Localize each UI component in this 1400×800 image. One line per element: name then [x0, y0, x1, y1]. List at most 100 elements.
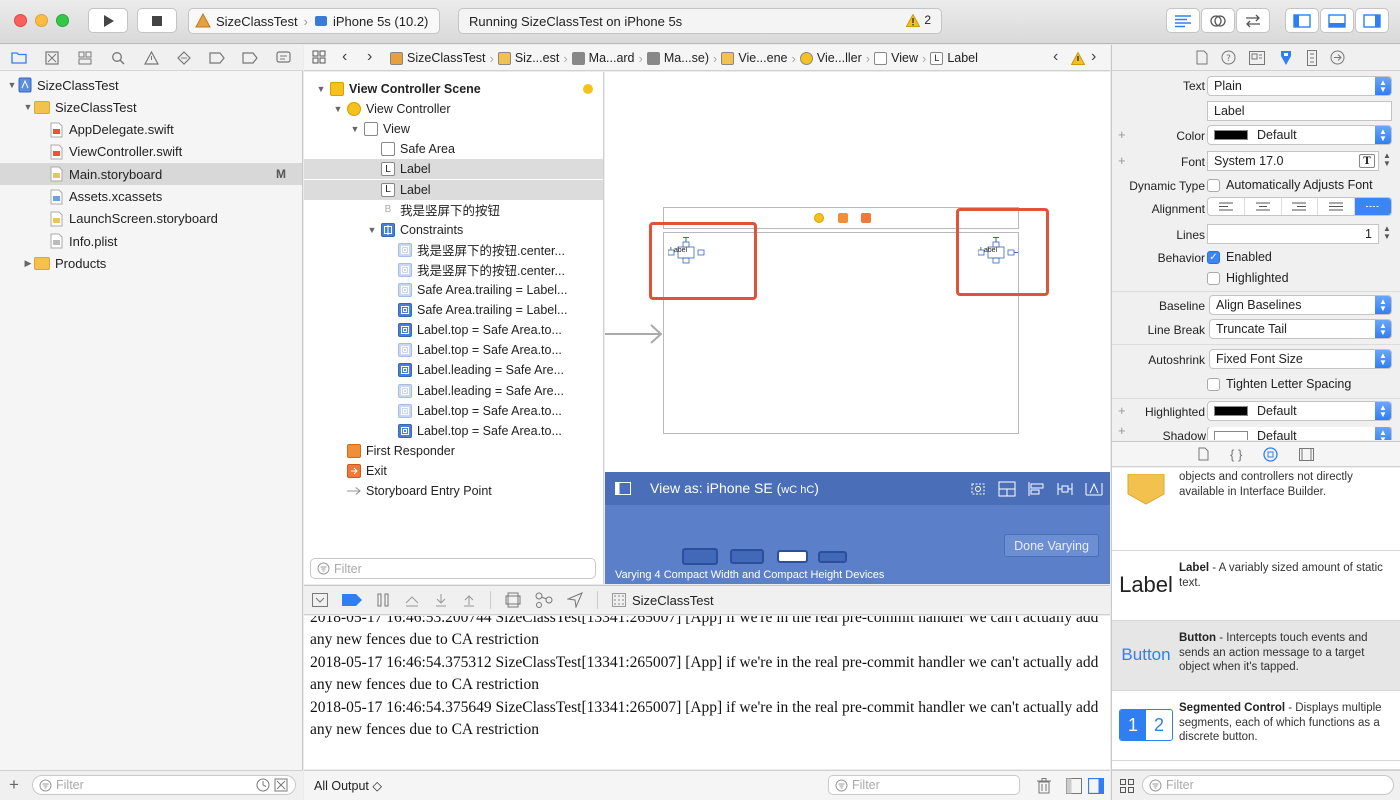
tighten-spacing-checkbox[interactable]: Tighten Letter Spacing [1207, 377, 1351, 391]
minimize-window-button[interactable] [35, 14, 48, 27]
outline-item[interactable]: Safe Area.trailing = Label... [304, 300, 603, 320]
navigator-item[interactable]: ▶ Products [0, 252, 302, 274]
symbol-tab-icon[interactable] [74, 48, 96, 68]
media-library-icon[interactable] [1299, 447, 1315, 461]
outline-item[interactable]: Label.top = Safe Area.to... [304, 320, 603, 340]
align-right-icon[interactable] [1282, 198, 1319, 215]
connections-inspector-icon[interactable] [1330, 50, 1345, 65]
outline-item[interactable]: L Label [304, 179, 603, 200]
outline-item[interactable]: Storyboard Entry Point [304, 481, 603, 501]
navigator-item[interactable]: Main.storyboard M [0, 163, 302, 186]
sidebar-toggle-icon[interactable] [615, 482, 631, 495]
highlighted-checkbox[interactable]: Highlighted [1207, 271, 1289, 285]
run-button[interactable] [88, 8, 128, 33]
disclosure-triangle-icon[interactable]: ▼ [6, 80, 18, 90]
text-type-popup[interactable]: Plain ▲ ▼ [1207, 76, 1392, 96]
toggle-debug-area-button[interactable] [1320, 8, 1354, 33]
device-iphone-se-landscape[interactable] [818, 551, 847, 563]
disclosure-triangle-icon[interactable]: ▼ [312, 84, 330, 94]
navigator-item[interactable]: ViewController.swift [0, 141, 302, 163]
related-items-icon[interactable] [312, 50, 326, 64]
toggle-utilities-button[interactable] [1355, 8, 1389, 33]
breadcrumb-item[interactable]: L Label [930, 51, 978, 65]
breadcrumb-item[interactable]: Vie...ene [721, 51, 787, 65]
text-content-field[interactable]: Label [1207, 101, 1392, 121]
shadow-popup[interactable]: Default ▲ ▼ [1207, 427, 1392, 440]
back-arrow-icon[interactable]: ‹ [342, 48, 347, 66]
device-ipad-landscape[interactable] [682, 548, 718, 565]
file-template-icon[interactable] [1198, 447, 1209, 461]
pause-icon[interactable] [376, 593, 390, 607]
lines-field[interactable]: 1 [1207, 224, 1379, 244]
disclosure-triangle-icon[interactable]: ▼ [22, 102, 34, 112]
device-iphone-landscape-selected[interactable] [777, 550, 808, 563]
outline-item[interactable]: Label.top = Safe Area.to... [304, 401, 603, 421]
report-tab-icon[interactable] [272, 48, 294, 68]
alignment-segmented-control[interactable] [1207, 197, 1392, 216]
add-variation-shadow-icon[interactable]: + [1118, 427, 1126, 438]
step-over-icon[interactable] [404, 593, 420, 607]
breadcrumb-item[interactable]: Ma...se) [646, 51, 709, 65]
jumpbar-prev-issue-icon[interactable]: ‹ [1053, 48, 1058, 66]
outline-item[interactable]: Label.leading = Safe Are... [304, 360, 603, 380]
disclosure-triangle-icon[interactable]: ▼ [363, 225, 381, 235]
color-popup[interactable]: Default ▲ ▼ [1207, 125, 1392, 145]
outline-item[interactable]: L Label [304, 159, 603, 180]
navigator-item[interactable]: ▼ SizeClassTest [0, 96, 302, 118]
done-varying-button[interactable]: Done Varying [1004, 534, 1099, 557]
breadcrumb-item[interactable]: Siz...est [497, 51, 559, 65]
scheme-selector[interactable]: SizeClassTest › iPhone 5s (10.2) [188, 8, 440, 34]
forward-arrow-icon[interactable]: › [367, 48, 372, 66]
console-filter-input[interactable]: Filter [828, 775, 1020, 795]
breadcrumb-item[interactable]: Ma...ard [571, 51, 635, 65]
breadcrumb-item[interactable]: View [874, 51, 918, 65]
navigator-item[interactable]: AppDelegate.swift [0, 119, 302, 141]
outline-item[interactable]: 我是竖屏下的按钮.center... [304, 240, 603, 260]
navigator-filter-input[interactable]: Filter [32, 775, 296, 795]
autoshrink-popup[interactable]: Fixed Font Size ▲ ▼ [1209, 349, 1392, 369]
navigator-item[interactable]: LaunchScreen.storyboard [0, 208, 302, 230]
outline-item[interactable]: ▼ Constraints [304, 220, 603, 240]
source-control-tab-icon[interactable] [41, 48, 63, 68]
toggle-navigator-button[interactable] [1285, 8, 1319, 33]
outline-item[interactable]: Exit [304, 461, 603, 481]
add-variation-highlight-icon[interactable]: + [1118, 403, 1126, 418]
zoom-window-button[interactable] [56, 14, 69, 27]
outline-item[interactable]: ▼ View Controller Scene [304, 79, 603, 99]
outline-item[interactable]: Label.top = Safe Area.to... [304, 340, 603, 360]
embed-in-stack-icon[interactable] [998, 481, 1016, 497]
disclosure-triangle-icon[interactable]: ▶ [22, 258, 34, 269]
code-snippet-icon[interactable]: { } [1230, 447, 1242, 462]
trash-icon[interactable] [1037, 778, 1051, 794]
breakpoints-toggle-icon[interactable] [342, 594, 362, 606]
align-icon[interactable] [1027, 481, 1045, 497]
add-constraints-icon[interactable] [1056, 481, 1074, 497]
align-justify-icon[interactable] [1318, 198, 1356, 215]
grid-view-icon[interactable] [1120, 779, 1134, 793]
issue-tab-icon[interactable] [140, 48, 162, 68]
folder-tab-icon[interactable] [8, 48, 30, 68]
outline-item[interactable]: Label.leading = Safe Are... [304, 381, 603, 401]
attributes-inspector-icon[interactable] [1278, 50, 1294, 66]
debug-target[interactable]: SizeClassTest [612, 593, 714, 608]
hide-debug-area-icon[interactable] [312, 593, 328, 607]
dock-exit-icon[interactable] [861, 213, 871, 223]
add-variation-font-icon[interactable]: + [1118, 153, 1126, 168]
disclosure-triangle-icon[interactable]: ▼ [329, 104, 347, 114]
jumpbar-next-issue-icon[interactable]: › [1091, 48, 1096, 66]
outline-item[interactable]: B 我是竖屏下的按钮 [304, 200, 603, 220]
baseline-popup[interactable]: Align Baselines ▲ ▼ [1209, 295, 1392, 315]
identity-inspector-icon[interactable] [1249, 50, 1265, 65]
step-in-icon[interactable] [434, 593, 448, 607]
close-window-button[interactable] [14, 14, 27, 27]
align-left-icon[interactable] [1208, 198, 1245, 215]
file-inspector-icon[interactable] [1196, 50, 1208, 65]
align-center-icon[interactable] [1245, 198, 1282, 215]
view-as-label[interactable]: View as: iPhone SE (wC hC) [650, 480, 819, 496]
auto-adjust-font-checkbox[interactable]: Automatically Adjusts Font [1207, 178, 1373, 192]
debug-tab-icon[interactable] [206, 48, 228, 68]
jumpbar-warning-icon[interactable] [1071, 52, 1085, 65]
stop-button[interactable] [137, 8, 177, 33]
storyboard-canvas[interactable]: Label Label [605, 72, 1110, 472]
library-item[interactable]: Label Label - A variably sized amount of … [1112, 551, 1400, 621]
